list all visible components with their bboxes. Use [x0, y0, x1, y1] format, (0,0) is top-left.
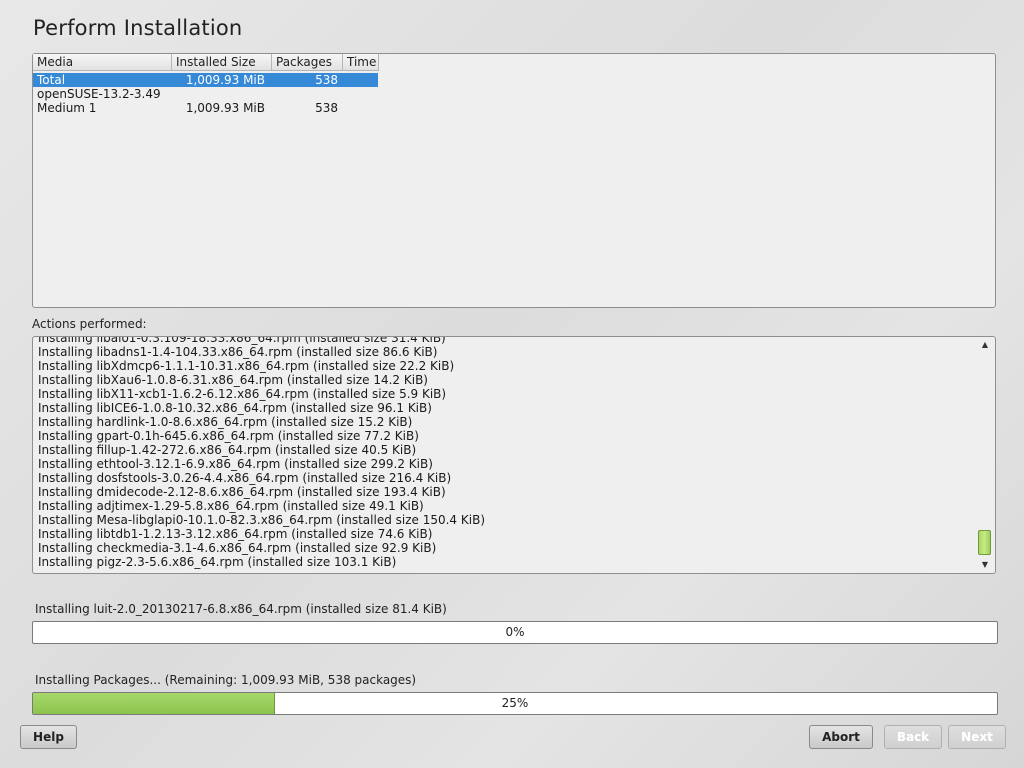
help-button[interactable]: Help: [20, 725, 77, 749]
actions-log[interactable]: Installing libaio1-0.3.109-18.33.x86_64.…: [32, 336, 996, 574]
log-line: Installing libICE6-1.0.8-10.32.x86_64.rp…: [38, 401, 432, 415]
current-package-label: Installing luit-2.0_20130217-6.8.x86_64.…: [35, 602, 447, 616]
log-line: Installing Mesa-libglapi0-10.1.0-82.3.x8…: [38, 513, 485, 527]
table-row[interactable]: Medium 1 1,009.93 MiB 538: [33, 101, 378, 115]
next-button[interactable]: Next: [948, 725, 1006, 749]
log-line: Installing dmidecode-2.12-8.6.x86_64.rpm…: [38, 485, 446, 499]
log-line: Installing pigz-2.3-5.6.x86_64.rpm (inst…: [38, 555, 397, 569]
log-scrollbar[interactable]: ▲ ▼: [975, 337, 995, 573]
media-cell: Total: [37, 73, 66, 87]
log-line: Installing libaio1-0.3.109-18.33.x86_64.…: [38, 336, 446, 345]
log-line: Installing adjtimex-1.29-5.8.x86_64.rpm …: [38, 499, 424, 513]
overall-progress-label: Installing Packages... (Remaining: 1,009…: [35, 673, 417, 687]
current-package-progress-text: 0%: [505, 625, 525, 639]
scroll-thumb[interactable]: [978, 530, 991, 555]
log-line: Installing dosfstools-3.0.26-4.4.x86_64.…: [38, 471, 452, 485]
back-button[interactable]: Back: [884, 725, 942, 749]
log-line: Installing ethtool-3.12.1-6.9.x86_64.rpm…: [38, 457, 433, 471]
column-header-media[interactable]: Media: [33, 54, 172, 71]
table-row[interactable]: Total 1,009.93 MiB 538: [33, 73, 378, 87]
table-row[interactable]: openSUSE-13.2-3.49: [33, 87, 378, 101]
time-cell: [338, 87, 378, 101]
column-header-installed-size[interactable]: Installed Size: [172, 54, 272, 71]
log-line: Installing gpart-0.1h-645.6.x86_64.rpm (…: [38, 429, 419, 443]
time-cell: [338, 101, 378, 115]
packages-cell: 538: [315, 101, 338, 115]
log-line: Installing libtdb1-1.2.13-3.12.x86_64.rp…: [38, 527, 433, 541]
column-header-packages[interactable]: Packages: [272, 54, 343, 71]
media-table-header: Media Installed Size Packages Time: [33, 54, 379, 71]
time-cell: [338, 73, 378, 87]
media-table[interactable]: Media Installed Size Packages Time Total…: [32, 53, 996, 308]
page-title: Perform Installation: [33, 16, 243, 40]
scroll-down-arrow-icon[interactable]: ▼: [979, 559, 991, 571]
packages-cell: [265, 87, 338, 101]
size-cell: 1,009.93 MiB: [185, 73, 265, 87]
log-line: Installing fillup-1.42-272.6.x86_64.rpm …: [38, 443, 417, 457]
column-header-time[interactable]: Time: [343, 54, 379, 71]
size-cell: 1,009.93 MiB: [185, 101, 265, 115]
log-line: Installing libXau6-1.0.8-6.31.x86_64.rpm…: [38, 373, 428, 387]
media-cell: openSUSE-13.2-3.49: [37, 87, 161, 101]
log-line: Installing libXdmcp6-1.1.1-10.31.x86_64.…: [38, 359, 455, 373]
current-package-progress-bar: 0%: [32, 621, 998, 644]
size-cell: [172, 87, 265, 101]
abort-button[interactable]: Abort: [809, 725, 873, 749]
log-line: Installing libX11-xcb1-1.6.2-6.12.x86_64…: [38, 387, 447, 401]
media-cell: Medium 1: [37, 101, 97, 115]
log-line: Installing hardlink-1.0-8.6.x86_64.rpm (…: [38, 415, 413, 429]
actions-performed-label: Actions performed:: [32, 317, 147, 331]
overall-progress-bar: 25%: [32, 692, 998, 715]
packages-cell: 538: [315, 73, 338, 87]
scroll-up-arrow-icon[interactable]: ▲: [979, 339, 991, 351]
overall-progress-text: 25%: [501, 696, 529, 710]
actions-log-lines: Installing libaio1-0.3.109-18.33.x86_64.…: [38, 336, 485, 569]
log-line: Installing checkmedia-3.1-4.6.x86_64.rpm…: [38, 541, 437, 555]
log-line: Installing libadns1-1.4-104.33.x86_64.rp…: [38, 345, 438, 359]
